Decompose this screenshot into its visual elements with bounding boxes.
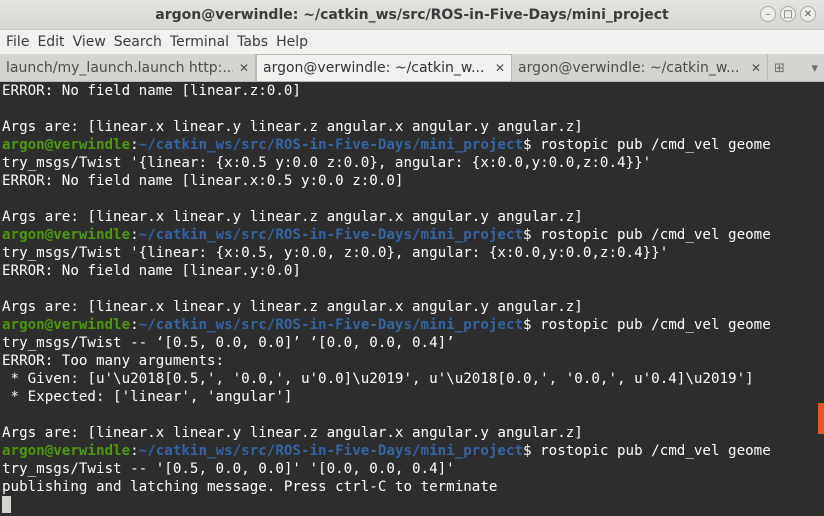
close-icon[interactable]: ✕ bbox=[495, 61, 505, 75]
tab-label: argon@verwindle: ~/catkin_w... bbox=[263, 60, 485, 76]
terminal-line: argon@verwindle:~/catkin_ws/src/ROS-in-F… bbox=[0, 316, 824, 334]
prompt-user: argon@verwindle bbox=[2, 227, 131, 243]
prompt-dollar: $ bbox=[523, 317, 532, 333]
tab-launch[interactable]: launch/my_launch.launch http:... ✕ bbox=[0, 54, 256, 81]
line-text: * Expected: ['linear', 'angular'] bbox=[2, 389, 293, 405]
prompt-dollar: $ bbox=[523, 443, 532, 459]
terminal-line: * Given: [u'\u2018[0.5,', '0.0,', u'0.0]… bbox=[0, 370, 824, 388]
line-text: Args are: [linear.x linear.y linear.z an… bbox=[2, 299, 583, 315]
terminal-line: Args are: [linear.x linear.y linear.z an… bbox=[0, 118, 824, 136]
line-text: Args are: [linear.x linear.y linear.z an… bbox=[2, 425, 583, 441]
close-button[interactable]: ✕ bbox=[800, 6, 816, 22]
terminal-line: Args are: [linear.x linear.y linear.z an… bbox=[0, 424, 824, 442]
line-text: Args are: [linear.x linear.y linear.z an… bbox=[2, 209, 583, 225]
line-text: rostopic pub /cmd_vel geome bbox=[531, 137, 771, 153]
line-text: * Given: [u'\u2018[0.5,', '0.0,', u'0.0]… bbox=[2, 371, 754, 387]
scrollbar[interactable] bbox=[818, 403, 824, 434]
menu-view[interactable]: View bbox=[69, 30, 110, 54]
terminal-output[interactable]: ERROR: No field name [linear.z:0.0] Args … bbox=[0, 82, 824, 516]
menu-bar: File Edit View Search Terminal Tabs Help bbox=[0, 30, 824, 54]
terminal-window: argon@verwindle: ~/catkin_ws/src/ROS-in-… bbox=[0, 0, 824, 516]
terminal-line: try_msgs/Twist '{linear: {x:0.5 y:0.0 z:… bbox=[0, 154, 824, 172]
terminal-line: * Expected: ['linear', 'angular'] bbox=[0, 388, 824, 406]
text-cursor bbox=[2, 496, 11, 513]
line-text: ERROR: No field name [linear.y:0.0] bbox=[2, 263, 301, 279]
minimize-button[interactable]: – bbox=[760, 6, 776, 22]
terminal-line: argon@verwindle:~/catkin_ws/src/ROS-in-F… bbox=[0, 226, 824, 244]
terminal-line: try_msgs/Twist '{linear: {x:0.5, y:0.0, … bbox=[0, 244, 824, 262]
tab-terminal[interactable]: argon@verwindle: ~/catkin_w... ✕ bbox=[512, 54, 768, 81]
menu-file[interactable]: File bbox=[2, 30, 33, 54]
terminal-line: ERROR: No field name [linear.z:0.0] bbox=[0, 82, 824, 100]
tab-label: launch/my_launch.launch http:... bbox=[6, 59, 233, 76]
menu-terminal[interactable]: Terminal bbox=[166, 30, 233, 54]
title-bar[interactable]: argon@verwindle: ~/catkin_ws/src/ROS-in-… bbox=[0, 0, 824, 30]
prompt-user: argon@verwindle bbox=[2, 317, 131, 333]
line-text: rostopic pub /cmd_vel geome bbox=[531, 317, 771, 333]
window-title: argon@verwindle: ~/catkin_ws/src/ROS-in-… bbox=[155, 6, 669, 23]
line-text: publishing and latching message. Press c… bbox=[2, 479, 498, 495]
prompt-separator: : bbox=[130, 317, 139, 333]
prompt-path: ~/catkin_ws/src/ROS-in-Five-Days/mini_pr… bbox=[138, 443, 524, 459]
line-text: rostopic pub /cmd_vel geome bbox=[531, 443, 771, 459]
prompt-user: argon@verwindle bbox=[2, 443, 131, 459]
line-text: ERROR: No field name [linear.x:0.5 y:0.0… bbox=[2, 173, 404, 189]
tab-label: argon@verwindle: ~/catkin_w... bbox=[518, 59, 740, 76]
terminal-line: argon@verwindle:~/catkin_ws/src/ROS-in-F… bbox=[0, 136, 824, 154]
prompt-separator: : bbox=[130, 227, 139, 243]
line-text: try_msgs/Twist -- ‘[0.5, 0.0, 0.0]’ ‘[0.… bbox=[2, 335, 455, 351]
terminal-line bbox=[0, 496, 824, 514]
prompt-path: ~/catkin_ws/src/ROS-in-Five-Days/mini_pr… bbox=[138, 227, 524, 243]
tab-bar: launch/my_launch.launch http:... ✕ argon… bbox=[0, 54, 824, 82]
terminal-line: try_msgs/Twist -- ‘[0.5, 0.0, 0.0]’ ‘[0.… bbox=[0, 334, 824, 352]
terminal-line: argon@verwindle:~/catkin_ws/src/ROS-in-F… bbox=[0, 442, 824, 460]
line-text: try_msgs/Twist -- '[0.5, 0.0, 0.0]' '[0.… bbox=[2, 461, 455, 477]
prompt-path: ~/catkin_ws/src/ROS-in-Five-Days/mini_pr… bbox=[138, 137, 524, 153]
window-controls: – □ ✕ bbox=[760, 6, 816, 22]
line-text: ERROR: No field name [linear.z:0.0] bbox=[2, 83, 301, 99]
new-tab-icon: ⊞ bbox=[774, 60, 785, 76]
terminal-line: Args are: [linear.x linear.y linear.z an… bbox=[0, 208, 824, 226]
terminal-line: ERROR: No field name [linear.y:0.0] bbox=[0, 262, 824, 280]
terminal-line: ERROR: Too many arguments: bbox=[0, 352, 824, 370]
close-icon[interactable]: ✕ bbox=[751, 61, 761, 75]
terminal-line: Args are: [linear.x linear.y linear.z an… bbox=[0, 298, 824, 316]
prompt-dollar: $ bbox=[523, 137, 532, 153]
close-icon[interactable]: ✕ bbox=[239, 61, 249, 75]
new-tab-button[interactable]: ⊞ ▾ bbox=[774, 58, 818, 78]
line-text: rostopic pub /cmd_vel geome bbox=[531, 227, 771, 243]
tab-terminal-active[interactable]: argon@verwindle: ~/catkin_w... ✕ bbox=[256, 54, 512, 81]
chevron-down-icon: ▾ bbox=[811, 60, 818, 76]
prompt-path: ~/catkin_ws/src/ROS-in-Five-Days/mini_pr… bbox=[138, 317, 524, 333]
prompt-user: argon@verwindle bbox=[2, 137, 131, 153]
maximize-button[interactable]: □ bbox=[780, 6, 796, 22]
prompt-dollar: $ bbox=[523, 227, 532, 243]
line-text: try_msgs/Twist '{linear: {x:0.5, y:0.0, … bbox=[2, 245, 669, 261]
line-text: Args are: [linear.x linear.y linear.z an… bbox=[2, 119, 583, 135]
prompt-separator: : bbox=[130, 137, 139, 153]
line-text: try_msgs/Twist '{linear: {x:0.5 y:0.0 z:… bbox=[2, 155, 652, 171]
prompt-separator: : bbox=[130, 443, 139, 459]
menu-edit[interactable]: Edit bbox=[33, 30, 68, 54]
terminal-line: ERROR: No field name [linear.x:0.5 y:0.0… bbox=[0, 172, 824, 190]
menu-help[interactable]: Help bbox=[272, 30, 312, 54]
menu-search[interactable]: Search bbox=[110, 30, 166, 54]
line-text: ERROR: Too many arguments: bbox=[2, 353, 225, 369]
menu-tabs[interactable]: Tabs bbox=[233, 30, 272, 54]
terminal-line: publishing and latching message. Press c… bbox=[0, 478, 824, 496]
terminal-line: try_msgs/Twist -- '[0.5, 0.0, 0.0]' '[0.… bbox=[0, 460, 824, 478]
